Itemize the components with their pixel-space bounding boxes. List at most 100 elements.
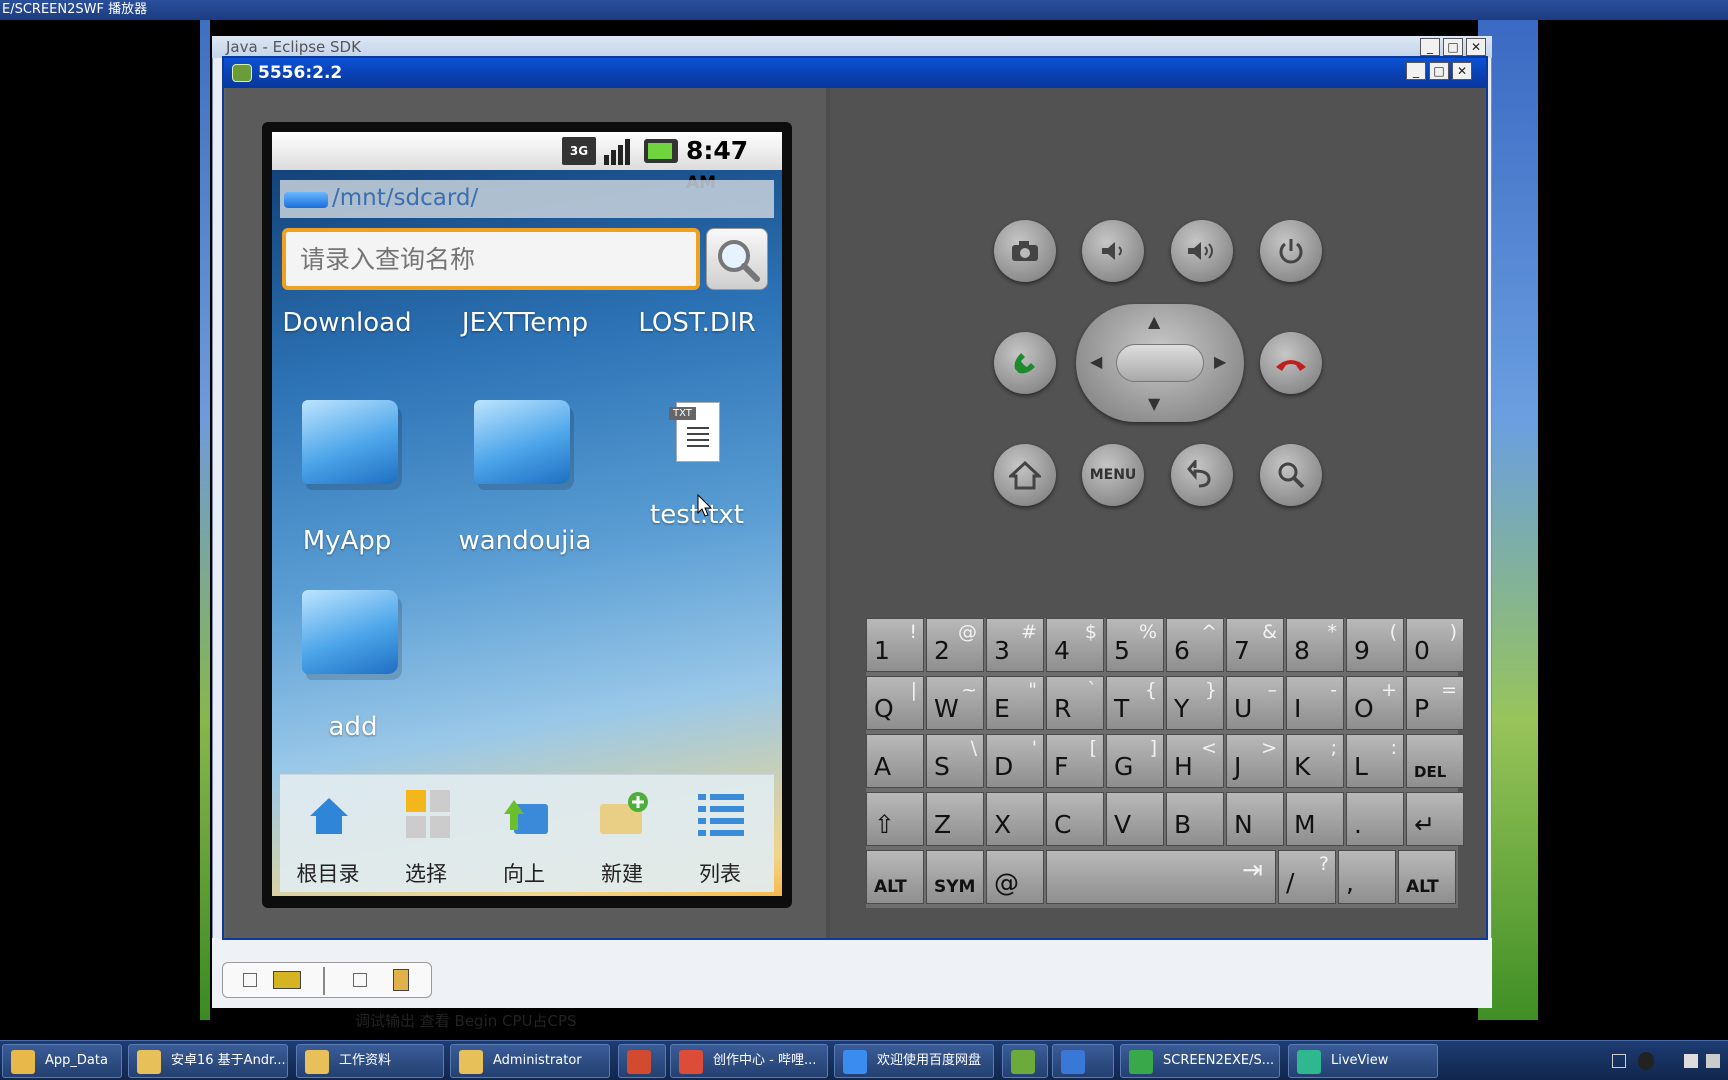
key-b[interactable]: B <box>1166 792 1224 846</box>
dpad-down-icon[interactable]: ▼ <box>1148 394 1160 413</box>
taskbar-item[interactable]: 工作资料 <box>296 1044 444 1078</box>
document-icon[interactable] <box>393 969 409 991</box>
toolbar-list-button[interactable]: 列表 <box>672 782 768 890</box>
key-alt-right[interactable]: ALT <box>1398 850 1456 904</box>
key-alt-left[interactable]: ALT <box>866 850 924 904</box>
key-7[interactable]: 7 & <box>1226 618 1284 672</box>
taskbar-item[interactable]: 创作中心 - 哔哩... <box>670 1044 828 1078</box>
file-label-add[interactable]: add <box>268 712 438 742</box>
key-u[interactable]: U – <box>1226 676 1284 730</box>
key-o[interactable]: O + <box>1346 676 1404 730</box>
network-icon[interactable] <box>1706 1054 1720 1068</box>
dpad-right-icon[interactable]: ▶ <box>1214 352 1226 371</box>
file-label-lostdir[interactable]: LOST.DIR <box>612 308 782 338</box>
dpad-left-icon[interactable]: ◀ <box>1090 352 1102 371</box>
input-icon[interactable] <box>1662 1052 1678 1070</box>
back-button[interactable] <box>1171 444 1233 506</box>
key-p[interactable]: P = <box>1406 676 1464 730</box>
key-del[interactable]: DEL <box>1406 734 1464 788</box>
key-i[interactable]: I- <box>1286 676 1344 730</box>
key-n[interactable]: N <box>1226 792 1284 846</box>
volume-up-button[interactable] <box>1171 220 1233 282</box>
emulator-maximize-button[interactable]: □ <box>1429 62 1449 80</box>
key-2[interactable]: 2 @ <box>926 618 984 672</box>
key-l[interactable]: L: <box>1346 734 1404 788</box>
key-g[interactable]: G] <box>1106 734 1164 788</box>
key-m[interactable]: M <box>1286 792 1344 846</box>
key-e[interactable]: E " <box>986 676 1044 730</box>
key-at[interactable]: @ <box>986 850 1044 904</box>
taskbar-item[interactable] <box>1002 1044 1048 1078</box>
restore-icon[interactable] <box>353 973 367 987</box>
key-r[interactable]: R ` <box>1046 676 1104 730</box>
key-8[interactable]: 8 * <box>1286 618 1344 672</box>
key-1[interactable]: 1! <box>866 618 924 672</box>
eclipse-minimized-views[interactable] <box>222 962 432 998</box>
file-label-wandoujia[interactable]: wandoujia <box>440 526 610 556</box>
dpad-up-icon[interactable]: ▲ <box>1148 312 1160 331</box>
key-q[interactable]: Q | <box>866 676 924 730</box>
key-s[interactable]: S \ <box>926 734 984 788</box>
camera-button[interactable] <box>994 220 1056 282</box>
taskbar-item[interactable] <box>1052 1044 1114 1078</box>
taskbar-item[interactable]: Administrator <box>450 1044 610 1078</box>
key-c[interactable]: C <box>1046 792 1104 846</box>
emulator-close-button[interactable]: ✕ <box>1452 62 1472 80</box>
key-9[interactable]: 9( <box>1346 618 1404 672</box>
key-k[interactable]: K; <box>1286 734 1344 788</box>
toolbar-root-button[interactable]: 根目录 <box>280 782 376 890</box>
tray-icon[interactable] <box>1612 1054 1626 1068</box>
file-label-jexttemp[interactable]: JEXTTemp <box>440 308 610 338</box>
key-z[interactable]: Z <box>926 792 984 846</box>
file-label-download[interactable]: Download <box>262 308 432 338</box>
file-label-myapp[interactable]: MyApp <box>262 526 432 556</box>
key-period[interactable]: . <box>1346 792 1404 846</box>
search-hw-button[interactable] <box>1260 444 1322 506</box>
key-j[interactable]: J > <box>1226 734 1284 788</box>
call-button[interactable] <box>994 332 1056 394</box>
power-button[interactable] <box>1260 220 1322 282</box>
key-x[interactable]: X <box>986 792 1044 846</box>
qq-icon[interactable] <box>1638 1052 1654 1070</box>
dpad-center-button[interactable] <box>1116 344 1204 382</box>
key-sym[interactable]: SYM <box>926 850 984 904</box>
key-5[interactable]: 5% <box>1106 618 1164 672</box>
toolbar-new-button[interactable]: 新建 <box>574 782 670 890</box>
key-shift[interactable]: ⇧ <box>866 792 924 846</box>
toolbar-up-button[interactable]: 向上 <box>476 782 572 890</box>
key-comma[interactable]: , <box>1338 850 1396 904</box>
search-button[interactable] <box>706 228 768 290</box>
taskbar-item[interactable]: SCREEN2EXE/S... <box>1120 1044 1280 1078</box>
key-f[interactable]: F[ <box>1046 734 1104 788</box>
key-4[interactable]: 4 $ <box>1046 618 1104 672</box>
emulator-minimize-button[interactable]: _ <box>1406 62 1426 80</box>
key-space[interactable]: ⇥ <box>1046 850 1276 904</box>
volume-icon[interactable] <box>1684 1054 1698 1068</box>
volume-down-button[interactable] <box>1082 220 1144 282</box>
end-call-button[interactable] <box>1260 332 1322 394</box>
txt-file-icon[interactable]: TXT <box>669 402 720 462</box>
key-6[interactable]: 6 ^ <box>1166 618 1224 672</box>
eclipse-maximize-button[interactable]: □ <box>1443 38 1463 56</box>
restore-icon[interactable] <box>243 973 257 987</box>
menu-button[interactable]: MENU <box>1082 444 1144 506</box>
toolbar-select-button[interactable]: 选择 <box>378 782 474 890</box>
folder-icon[interactable] <box>302 590 398 674</box>
eclipse-close-button[interactable]: ✕ <box>1466 38 1486 56</box>
folder-icon[interactable] <box>474 400 570 484</box>
key-d[interactable]: D ' <box>986 734 1044 788</box>
taskbar-item[interactable]: LiveView <box>1288 1044 1438 1078</box>
key-3[interactable]: 3 # <box>986 618 1044 672</box>
key-y[interactable]: Y} <box>1166 676 1224 730</box>
key-h[interactable]: H < <box>1166 734 1224 788</box>
taskbar-item[interactable]: 安卓16 基于Andr... <box>128 1044 288 1078</box>
key-v[interactable]: V <box>1106 792 1164 846</box>
key-slash[interactable]: /? <box>1278 850 1336 904</box>
home-button[interactable] <box>994 444 1056 506</box>
key-0[interactable]: 0) <box>1406 618 1464 672</box>
taskbar-item[interactable]: 欢迎使用百度网盘 <box>834 1044 994 1078</box>
eclipse-minimize-button[interactable]: _ <box>1420 38 1440 56</box>
console-icon[interactable] <box>273 971 301 989</box>
key-t[interactable]: T{ <box>1106 676 1164 730</box>
folder-icon[interactable] <box>302 400 398 484</box>
